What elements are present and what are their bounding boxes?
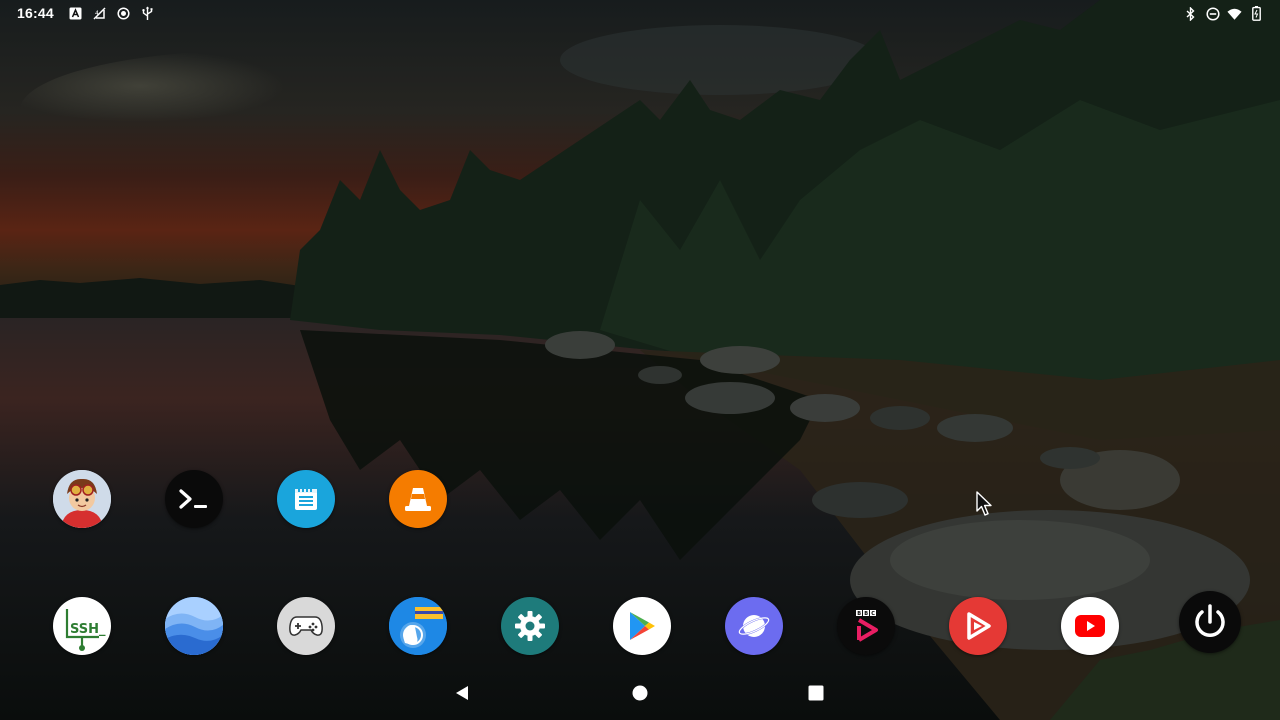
nav-home-button[interactable] xyxy=(625,678,655,708)
folder-hand-icon xyxy=(389,597,447,655)
usb-icon xyxy=(140,6,155,21)
bbc-iplayer-app[interactable]: BBC xyxy=(837,597,895,655)
browser-app[interactable] xyxy=(725,597,783,655)
traffic-cone-icon xyxy=(405,488,431,511)
cartoon-avatar-icon xyxy=(53,470,111,528)
back-triangle-icon xyxy=(456,686,468,700)
settings-app[interactable] xyxy=(501,597,559,655)
avatar-app[interactable] xyxy=(53,470,111,528)
battery-icon xyxy=(1249,6,1264,21)
svg-text:4: 4 xyxy=(95,10,99,17)
youtube-app[interactable] xyxy=(1061,597,1119,655)
youtube-icon xyxy=(1075,615,1105,637)
bluetooth-icon xyxy=(1183,6,1198,21)
earth-app[interactable] xyxy=(165,597,223,655)
terminal-prompt-icon xyxy=(179,489,207,509)
gamepad-icon xyxy=(289,616,323,636)
waves-icon xyxy=(165,597,223,655)
game-app[interactable] xyxy=(277,597,335,655)
record-icon xyxy=(116,6,131,21)
ssh-icon: SSH_ xyxy=(65,609,106,651)
mobile-data-off-icon: 4 xyxy=(92,6,107,21)
wifi-icon xyxy=(1227,6,1242,21)
status-bar: 16:44 4 xyxy=(0,0,1280,28)
mouse-cursor-icon xyxy=(976,491,994,522)
bbc-play-icon: BBC xyxy=(856,610,878,642)
status-clock: 16:44 xyxy=(17,5,54,21)
terminal-app[interactable] xyxy=(165,470,223,528)
power-icon xyxy=(1195,604,1225,637)
bbc-label: BBC xyxy=(857,611,878,617)
play-store-icon xyxy=(630,612,655,640)
notepad-icon xyxy=(295,487,317,510)
play-store-app[interactable] xyxy=(613,597,671,655)
ssh-label: SSH_ xyxy=(70,622,106,637)
recents-square-icon xyxy=(808,685,824,701)
ssh-app[interactable]: SSH_ xyxy=(53,597,111,655)
notes-app[interactable] xyxy=(277,470,335,528)
nav-back-button[interactable] xyxy=(447,678,477,708)
power-app[interactable] xyxy=(1179,591,1241,653)
planet-icon xyxy=(738,615,770,637)
do-not-disturb-icon xyxy=(1205,6,1220,21)
video-app[interactable] xyxy=(949,597,1007,655)
font-a-icon xyxy=(68,6,83,21)
nav-recents-button[interactable] xyxy=(801,678,831,708)
vlc-app[interactable] xyxy=(389,470,447,528)
gear-icon xyxy=(515,611,545,641)
red-play-icon xyxy=(967,612,991,640)
home-circle-icon xyxy=(632,685,648,701)
files-app[interactable] xyxy=(389,597,447,655)
